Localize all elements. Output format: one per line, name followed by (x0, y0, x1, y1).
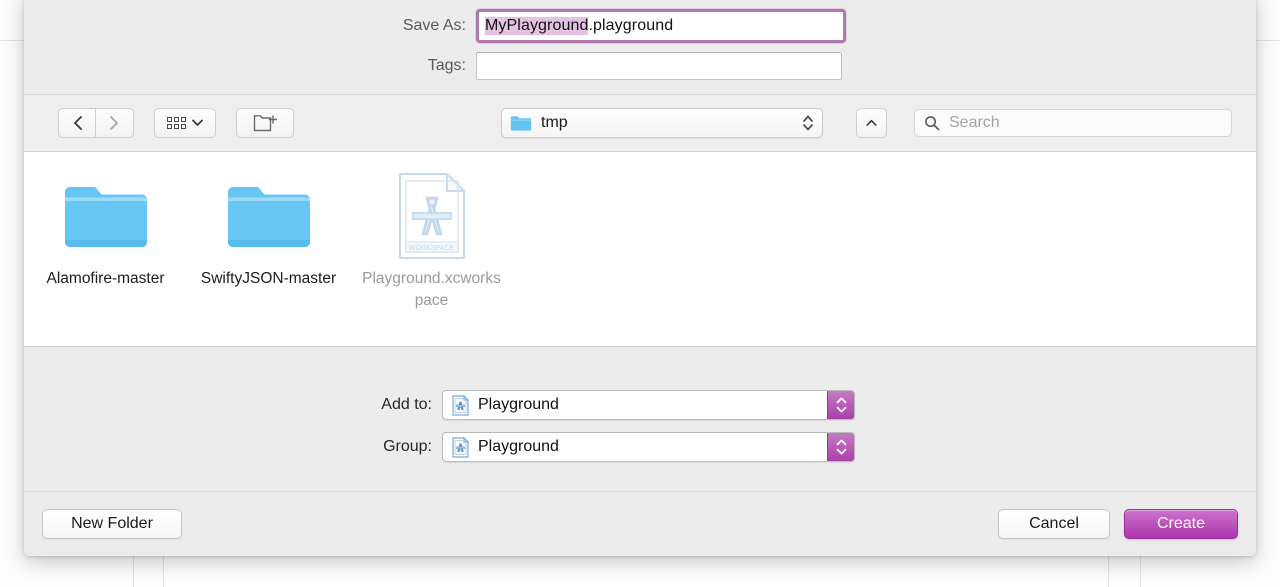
parent-window-divider (163, 556, 164, 587)
chevron-left-icon (73, 116, 82, 130)
file-item[interactable]: Alamofire-master (24, 168, 187, 290)
chevron-down-icon (192, 119, 203, 126)
add-to-label: Add to: (381, 396, 432, 413)
save-as-row: Save As: MyPlayground .playground (24, 8, 1256, 44)
file-item[interactable]: SwiftyJSON-master (187, 168, 350, 290)
workspace-caption: WORKSPACE (409, 245, 454, 252)
new-folder-button[interactable]: New Folder (42, 509, 182, 539)
save-as-label: Save As: (402, 17, 466, 34)
file-item-label: Alamofire-master (46, 270, 165, 287)
group-label: Group: (383, 438, 432, 455)
parent-window-content (163, 556, 1108, 587)
accessory-view: Add to: Playground Group: Playground (24, 347, 1256, 491)
chevron-up-icon (866, 119, 877, 126)
screen: Save As: MyPlayground.playground Tags: (0, 0, 1280, 587)
filename-extension-text: .playground (588, 17, 674, 34)
forward-button[interactable] (96, 108, 134, 138)
cancel-button[interactable]: Cancel (998, 509, 1110, 539)
tags-label: Tags: (427, 57, 466, 74)
parent-window-divider (1108, 556, 1109, 587)
search-icon (925, 116, 940, 131)
group-popup-button[interactable]: Playground (442, 432, 855, 462)
tags-input[interactable] (476, 52, 842, 80)
save-dialog: Save As: MyPlayground.playground Tags: (24, 0, 1256, 556)
create-button[interactable]: Create (1124, 509, 1238, 539)
file-item[interactable]: WORKSPACE Playground.xcworkspace (350, 168, 513, 312)
parent-window-divider (133, 556, 134, 587)
new-folder-toolbar-button[interactable] (236, 108, 294, 138)
file-thumbnail: WORKSPACE (350, 170, 513, 262)
back-button[interactable] (58, 108, 96, 138)
chevron-up-icon (836, 439, 846, 446)
path-popup-button[interactable]: tmp (501, 108, 823, 138)
file-thumbnail (24, 170, 187, 262)
folder-icon (510, 115, 532, 131)
filename-input[interactable]: MyPlayground .playground (476, 9, 846, 43)
file-item-label: SwiftyJSON-master (200, 270, 337, 287)
search-placeholder-text: Search (949, 114, 1000, 131)
add-to-stepper[interactable] (827, 391, 854, 419)
chevron-right-icon (110, 116, 118, 130)
chevron-down-icon (836, 406, 846, 413)
folder-icon (64, 187, 147, 247)
group-stepper[interactable] (827, 433, 854, 461)
folder-icon (227, 187, 310, 247)
go-up-button[interactable] (856, 108, 887, 138)
add-to-popup-button[interactable]: Playground (442, 390, 855, 420)
search-input[interactable]: Search (914, 109, 1232, 137)
add-to-row: Add to: Playground (24, 389, 1256, 421)
view-mode-button[interactable] (154, 108, 216, 138)
dialog-footer: New Folder Cancel Create (24, 491, 1256, 556)
footer-action-buttons: Cancel Create (998, 509, 1238, 539)
file-item-label: Playground.xcworkspace (362, 270, 501, 309)
tags-row: Tags: (24, 48, 1256, 84)
file-thumbnail (187, 170, 350, 262)
xcode-workspace-icon (452, 436, 469, 458)
navigation-buttons (58, 108, 134, 138)
chevron-up-icon (836, 397, 846, 404)
path-popup-label: tmp (541, 114, 568, 131)
filename-selected-text: MyPlayground (485, 17, 589, 35)
xcode-workspace-icon (452, 394, 469, 416)
add-to-value: Playground (478, 396, 559, 413)
group-value: Playground (478, 438, 559, 455)
dialog-toolbar: tmp Search (24, 94, 1256, 152)
dialog-header: Save As: MyPlayground .playground Tags: (24, 0, 1256, 94)
xcode-workspace-icon: WORKSPACE (398, 173, 465, 259)
icon-view-grid-icon (167, 117, 186, 129)
chevron-down-icon (836, 448, 846, 455)
group-row: Group: Playground (24, 431, 1256, 463)
file-browser[interactable]: Alamofire-master SwiftyJSON-master WORKS… (24, 152, 1256, 347)
up-down-arrows-icon (803, 115, 813, 131)
new-folder-icon (253, 114, 277, 131)
parent-window-divider (1140, 556, 1141, 587)
